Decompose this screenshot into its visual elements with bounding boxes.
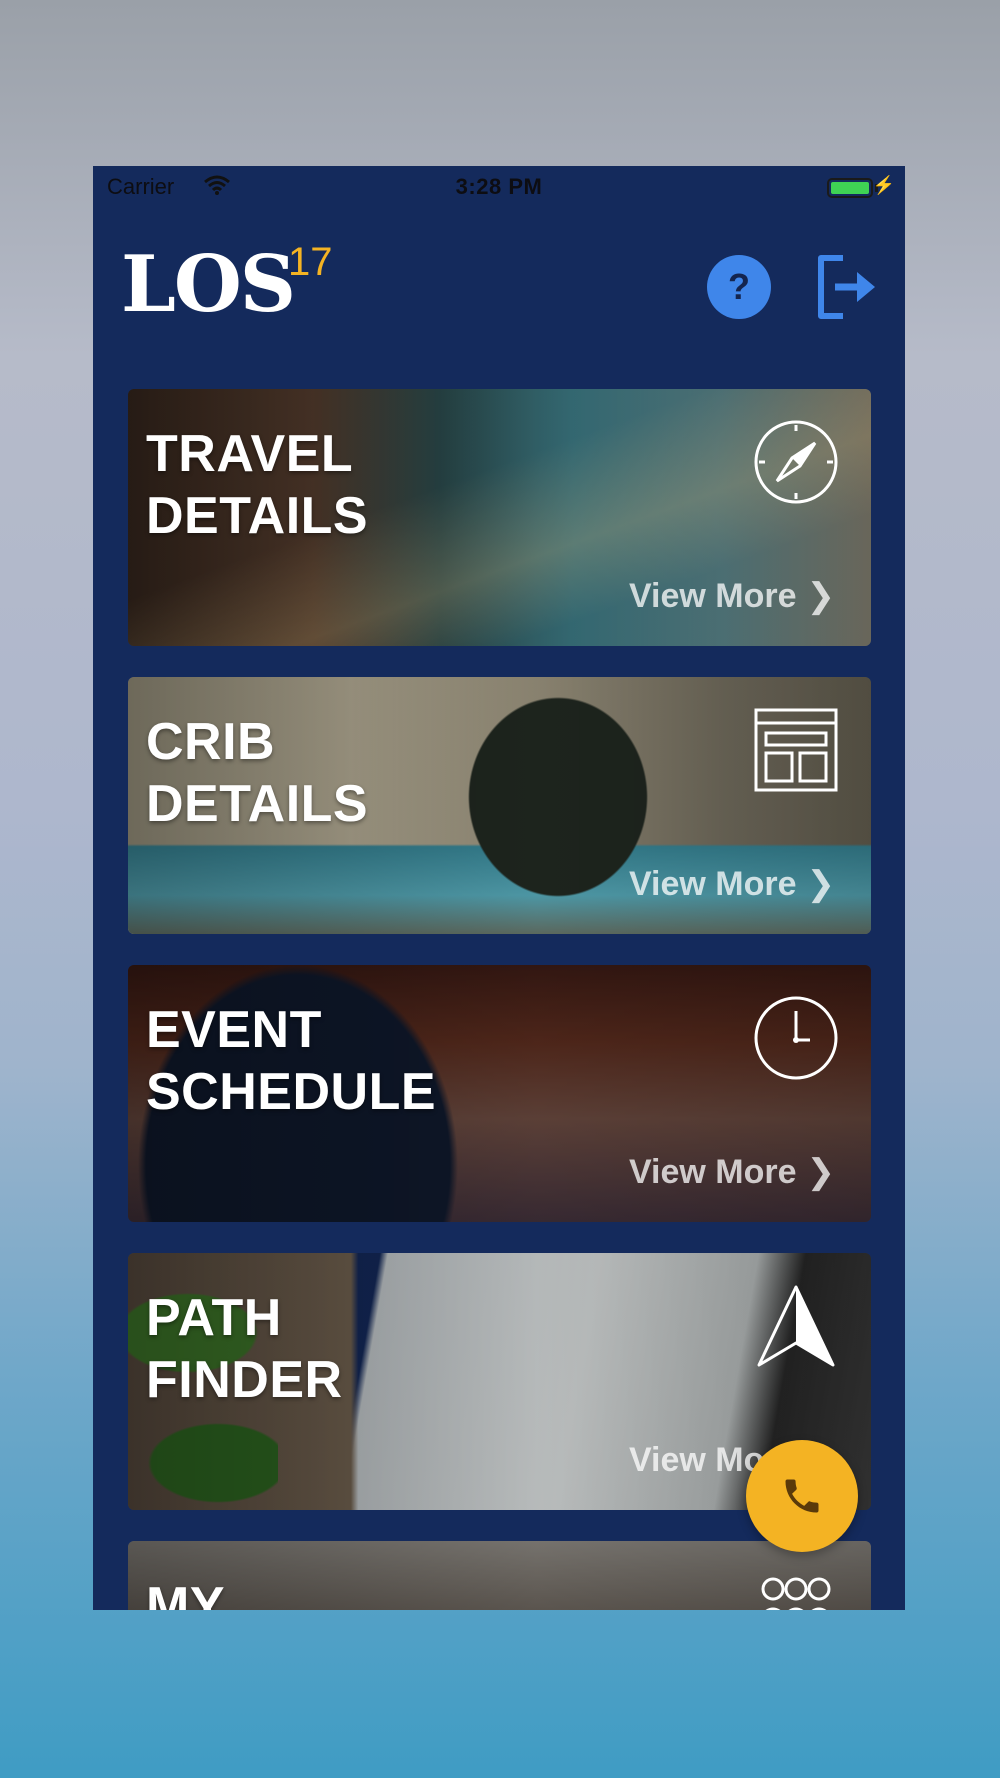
card-title-line: PATH	[146, 1289, 282, 1347]
view-more-link[interactable]: View More❯	[629, 576, 835, 616]
card-title-line: CRIB	[146, 713, 276, 771]
layout-icon	[754, 708, 838, 792]
card-title-line: TRAVEL	[146, 425, 354, 483]
card-title-line: SCHEDULE	[146, 1063, 437, 1121]
card-my[interactable]: MY	[128, 1541, 871, 1610]
view-more-label: View More	[628, 1153, 797, 1191]
call-button[interactable]	[746, 1440, 858, 1552]
compass-icon	[754, 420, 838, 504]
card-title-line: DETAILS	[146, 775, 369, 833]
logout-icon	[818, 255, 875, 319]
card-title-line: MY	[146, 1577, 225, 1610]
app-logo: LOS 17	[121, 240, 333, 326]
card-title: TRAVEL DETAILS	[146, 423, 368, 547]
charging-icon: ⚡	[872, 175, 895, 195]
chevron-right-icon: ❯	[806, 1153, 836, 1191]
card-crib-details[interactable]: CRIB DETAILS View More ❯	[128, 677, 871, 934]
phone-icon	[785, 1479, 819, 1513]
view-more-label: View More	[628, 577, 797, 615]
card-title-line: EVENT	[146, 1001, 322, 1059]
card-title-line: FINDER	[146, 1351, 343, 1409]
battery-icon	[827, 178, 873, 198]
logo-superscript: 17	[288, 240, 333, 284]
card-title: CRIB DETAILS	[146, 711, 368, 835]
card-title: MY	[146, 1575, 225, 1610]
view-more-label: View More	[628, 865, 797, 903]
chevron-right-icon: ❯	[806, 865, 836, 903]
group-icon	[761, 1577, 831, 1610]
status-bar: Carrier 3:28 PM ⚡	[93, 166, 905, 210]
card-travel-details[interactable]: TRAVEL DETAILS View More ❯	[128, 389, 871, 646]
clock-icon	[754, 996, 838, 1080]
help-button[interactable]: ?	[707, 255, 771, 319]
app-screen: Carrier 3:28 PM ⚡ LOS 17 ? TRAVEL DETAIL…	[93, 166, 905, 1610]
card-event-schedule[interactable]: EVENT SCHEDULE View More ❯	[128, 965, 871, 1222]
card-title-line: DETAILS	[146, 487, 369, 545]
navigation-arrow-icon	[757, 1285, 835, 1367]
view-more-link[interactable]: View More❯	[629, 864, 835, 904]
card-title: EVENT SCHEDULE	[146, 999, 436, 1123]
view-more-link[interactable]: View More❯	[629, 1152, 835, 1192]
logout-button[interactable]	[813, 252, 883, 322]
chevron-right-icon: ❯	[806, 577, 836, 615]
logo-text: LOS	[121, 239, 296, 330]
status-time: 3:28 PM	[455, 174, 543, 199]
card-title: PATH FINDER	[146, 1287, 343, 1411]
